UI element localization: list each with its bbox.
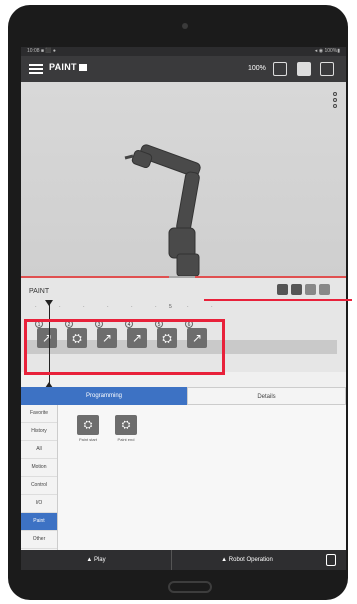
emergency-stop-icon[interactable] bbox=[326, 554, 336, 566]
image-icon[interactable] bbox=[305, 284, 316, 295]
palette-item-label: Paint end bbox=[117, 437, 135, 442]
panel-title: PAINT bbox=[29, 288, 50, 295]
robot-3d-view[interactable] bbox=[21, 82, 346, 277]
category-motion[interactable]: Motion bbox=[21, 459, 57, 477]
app-screen: 10:08 ■ ⬛ ● ◂ ◉ 100%▮ PAINT 100% PAINT ·… bbox=[21, 47, 346, 570]
tab-bar: Programming Details bbox=[21, 387, 346, 405]
palette-item-label: Paint start bbox=[78, 437, 97, 442]
paint-command-icon: ⛭ bbox=[77, 415, 99, 435]
app-title[interactable]: PAINT bbox=[49, 62, 87, 72]
robot-arm-model bbox=[124, 144, 201, 277]
upload-icon[interactable] bbox=[291, 284, 302, 295]
category-list: Favorite History All Motion Control I/O Paint O… bbox=[21, 405, 58, 550]
save-icon[interactable] bbox=[277, 284, 288, 295]
bottom-bar: ▲ Play ▲ Robot Operation bbox=[21, 550, 346, 570]
status-right: ◂ ◉ 100%▮ bbox=[314, 48, 340, 54]
category-history[interactable]: History bbox=[21, 423, 57, 441]
palette-item[interactable]: ⛭ Paint end bbox=[114, 415, 138, 442]
category-io[interactable]: I/O bbox=[21, 495, 57, 513]
callout-line bbox=[204, 299, 352, 301]
camera bbox=[182, 23, 188, 29]
highlight-box bbox=[24, 319, 225, 375]
settings-icon[interactable] bbox=[320, 62, 334, 76]
play-button[interactable]: ▲ Play bbox=[21, 550, 171, 570]
speed-icon[interactable] bbox=[273, 62, 287, 76]
gallery-icon[interactable] bbox=[319, 284, 330, 295]
home-button[interactable] bbox=[168, 581, 212, 593]
tab-programming[interactable]: Programming bbox=[21, 387, 187, 405]
category-other[interactable]: Other bbox=[21, 531, 57, 549]
timeline-ruler: · · · · · · 5 · · bbox=[35, 304, 213, 310]
palette-item[interactable]: ⛭ Paint start bbox=[76, 415, 100, 442]
hamburger-menu-icon[interactable] bbox=[29, 62, 43, 76]
app-title-text: PAINT bbox=[49, 62, 77, 72]
category-favorite[interactable]: Favorite bbox=[21, 405, 57, 423]
view-options-icon[interactable] bbox=[333, 92, 337, 110]
tab-details[interactable]: Details bbox=[187, 387, 346, 405]
cursor-top-marker[interactable] bbox=[45, 300, 53, 306]
dropdown-icon bbox=[78, 64, 87, 72]
paint-command-icon: ⛭ bbox=[115, 415, 137, 435]
status-left: 10:08 ■ ⬛ ● bbox=[27, 48, 56, 54]
robot-status-icon[interactable] bbox=[297, 62, 311, 76]
category-all[interactable]: All bbox=[21, 441, 57, 459]
command-palette: ⛭ Paint start ⛭ Paint end bbox=[58, 405, 346, 550]
zoom-level: 100% bbox=[248, 65, 266, 72]
robot-operation-button[interactable]: ▲ Robot Operation bbox=[171, 550, 322, 570]
status-bar: 10:08 ■ ⬛ ● ◂ ◉ 100%▮ bbox=[21, 47, 346, 56]
ruler-mark: 5 bbox=[169, 304, 172, 310]
title-bar: PAINT 100% bbox=[21, 56, 346, 82]
category-paint[interactable]: Paint bbox=[21, 513, 57, 531]
category-control[interactable]: Control bbox=[21, 477, 57, 495]
